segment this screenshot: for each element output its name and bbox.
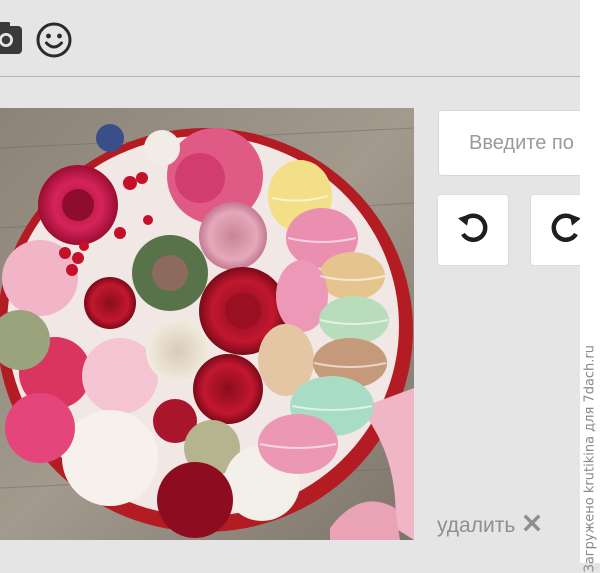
redo-icon	[549, 211, 583, 249]
editor-panel: удалить	[0, 0, 600, 563]
close-icon	[523, 514, 541, 538]
watermark-text: Загружено krutikina для 7dach.ru	[582, 344, 598, 573]
delete-button[interactable]: удалить	[437, 511, 541, 541]
search-input[interactable]	[438, 110, 600, 176]
undo-button[interactable]	[437, 194, 509, 266]
camera-icon[interactable]	[0, 20, 24, 58]
uploaded-photo	[0, 108, 414, 540]
delete-label: удалить	[437, 514, 516, 537]
undo-icon	[456, 211, 490, 249]
smiley-icon[interactable]	[36, 22, 72, 58]
watermark: Загружено krutikina для 7dach.ru	[580, 0, 600, 573]
toolbar-divider	[0, 76, 580, 77]
